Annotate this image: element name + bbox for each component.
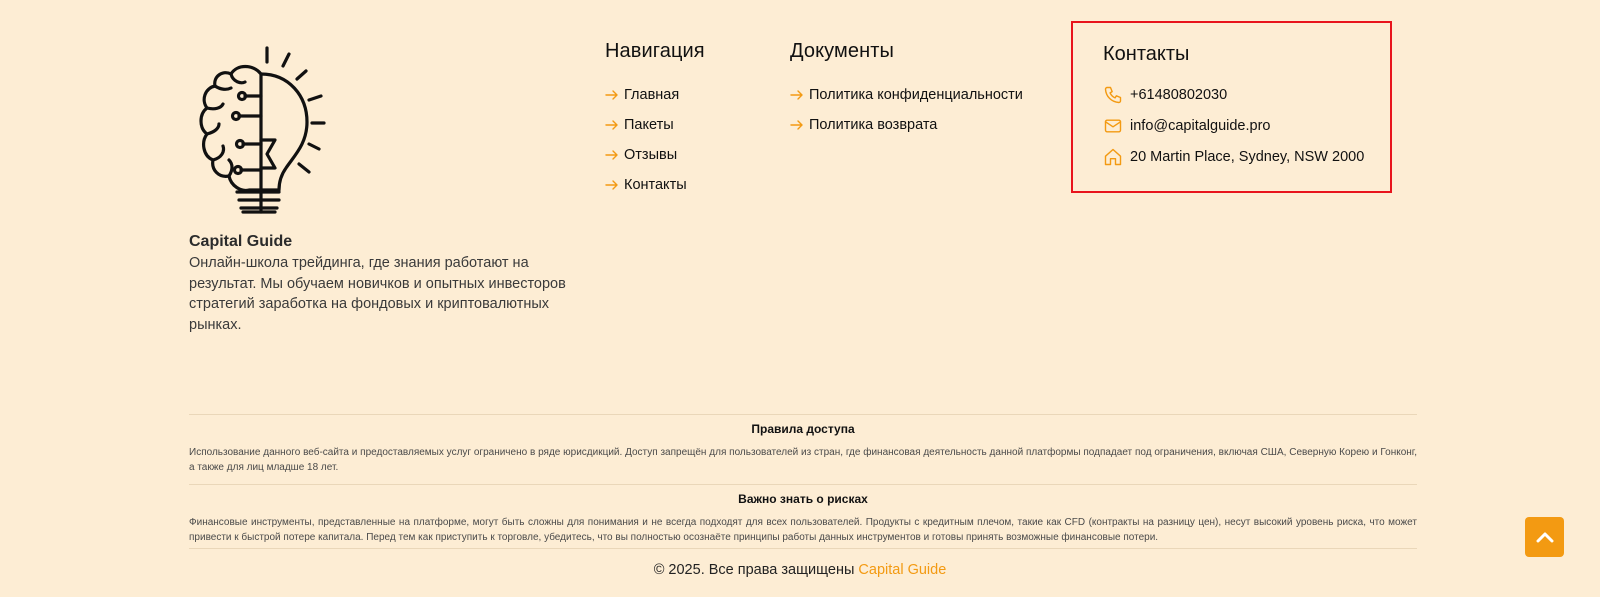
contact-email[interactable]: info@capitalguide.pro	[1103, 116, 1270, 136]
home-icon	[1104, 148, 1122, 166]
contact-address[interactable]: 20 Martin Place, Sydney, NSW 2000	[1103, 147, 1364, 167]
nav-link-home[interactable]: Главная	[605, 80, 705, 110]
documents-list: Политика конфиденциальности Политика воз…	[790, 80, 1023, 140]
phone-icon	[1104, 86, 1122, 104]
arrow-right-icon	[605, 120, 618, 130]
copyright: © 2025. Все права защищены Capital Guide	[0, 562, 1600, 578]
access-rules-section: Правила доступа Использование данного ве…	[189, 422, 1417, 475]
navigation-title: Навигация	[605, 40, 705, 62]
divider	[189, 484, 1417, 485]
brain-lightbulb-icon[interactable]	[189, 44, 334, 216]
copyright-brand-link[interactable]: Capital Guide	[858, 562, 946, 578]
doc-link-refund[interactable]: Политика возврата	[790, 110, 1023, 140]
divider	[189, 414, 1417, 415]
doc-link-privacy[interactable]: Политика конфиденциальности	[790, 80, 1023, 110]
chevron-up-icon	[1536, 532, 1553, 543]
documents-column: Документы Политика конфиденциальности По…	[790, 40, 1023, 140]
brand-name: Capital Guide	[189, 233, 293, 250]
contact-address-text: 20 Martin Place, Sydney, NSW 2000	[1130, 149, 1365, 165]
arrow-right-icon	[790, 90, 803, 100]
nav-link-label: Главная	[624, 87, 680, 103]
doc-link-label: Политика конфиденциальности	[809, 87, 1023, 103]
arrow-right-icon	[605, 150, 618, 160]
nav-link-label: Пакеты	[624, 117, 674, 133]
contact-email-text: info@capitalguide.pro	[1130, 118, 1271, 134]
navigation-column: Навигация Главная Пакеты Отзывы Контакты	[605, 40, 705, 200]
nav-link-reviews[interactable]: Отзывы	[605, 140, 705, 170]
doc-link-label: Политика возврата	[809, 117, 938, 133]
risks-text: Финансовые инструменты, представленные н…	[189, 517, 1417, 543]
nav-link-label: Отзывы	[624, 147, 678, 163]
risks-title: Важно знать о рисках	[738, 492, 868, 506]
footer-top: Capital Guide Онлайн-школа трейдинга, гд…	[0, 0, 1600, 400]
arrow-right-icon	[605, 180, 618, 190]
nav-link-contacts[interactable]: Контакты	[605, 170, 705, 200]
access-rules-text: Использование данного веб-сайта и предос…	[189, 447, 1417, 473]
brand-description: Онлайн-школа трейдинга, где знания работ…	[189, 255, 566, 333]
documents-title: Документы	[790, 40, 894, 62]
scroll-to-top-button[interactable]	[1525, 517, 1564, 557]
contacts-column: Контакты +61480802030 info@capitalguide.…	[1071, 21, 1392, 193]
mail-icon	[1104, 119, 1122, 133]
nav-link-label: Контакты	[624, 177, 687, 193]
contact-phone[interactable]: +61480802030	[1103, 85, 1227, 105]
navigation-list: Главная Пакеты Отзывы Контакты	[605, 80, 705, 200]
divider	[189, 548, 1417, 549]
nav-link-packages[interactable]: Пакеты	[605, 110, 705, 140]
risks-section: Важно знать о рисках Финансовые инструме…	[189, 492, 1417, 545]
access-rules-title: Правила доступа	[751, 422, 855, 436]
copyright-text: © 2025. Все права защищены	[653, 562, 855, 578]
arrow-right-icon	[605, 90, 618, 100]
brand-block: Capital Guide Онлайн-школа трейдинга, гд…	[189, 44, 579, 335]
contacts-title: Контакты	[1103, 43, 1190, 65]
arrow-right-icon	[790, 120, 803, 130]
contact-phone-text: +61480802030	[1130, 87, 1228, 103]
